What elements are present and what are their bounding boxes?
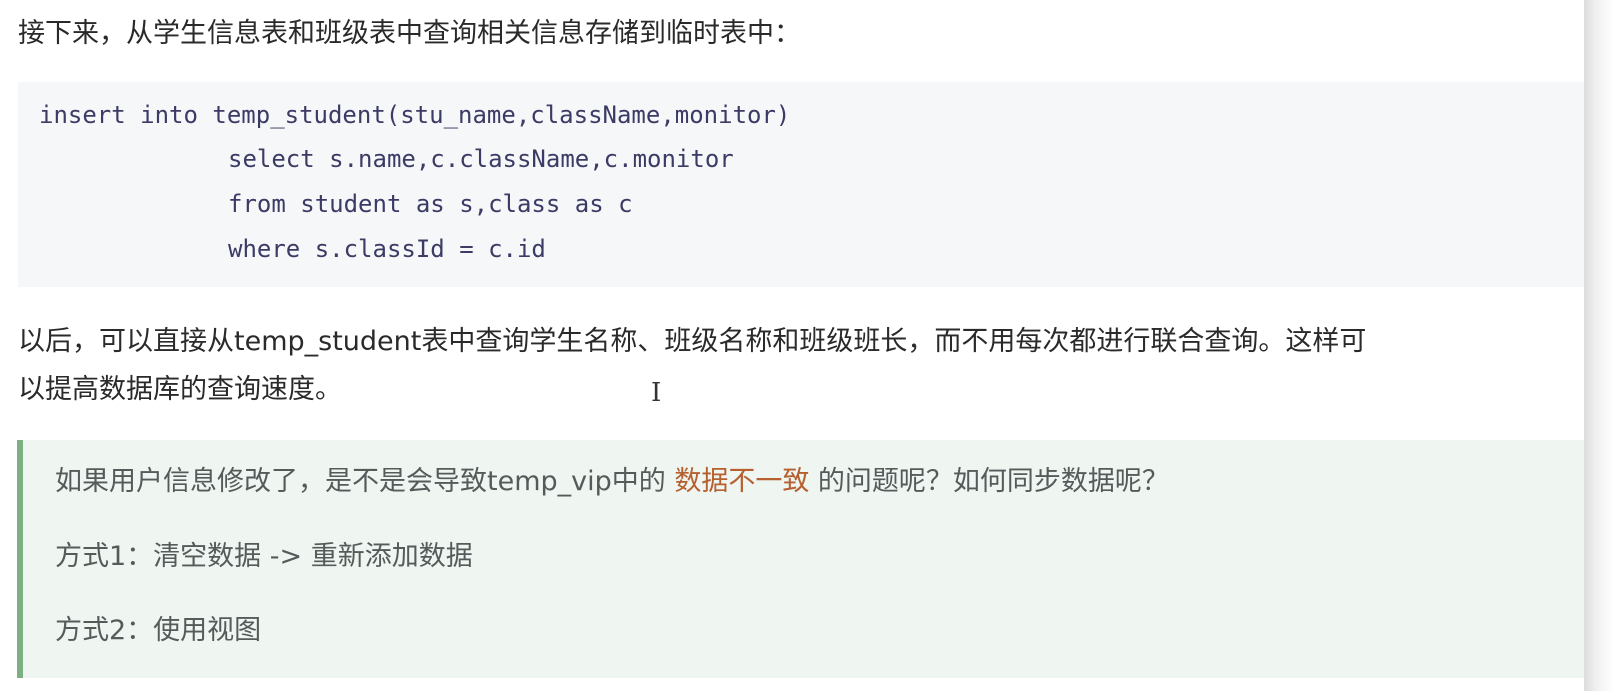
description-paragraph: 以后，可以直接从temp_student表中查询学生名称、班级名称和班级班长，而… (18, 318, 1578, 414)
note-method-1: 方式1：清空数据 -> 重新添加数据 (55, 541, 473, 572)
note-question: 如果用户信息修改了，是不是会导致temp_vip中的 数据不一致 的问题呢？如何… (55, 462, 1169, 502)
intro-text: 接下来，从学生信息表和班级表中查询相关信息存储到临时表中： (18, 18, 801, 49)
note-method-2: 方式2：使用视图 (55, 615, 262, 646)
code-line-3: from student as s,class as c (228, 190, 633, 218)
note-blockquote: 如果用户信息修改了，是不是会导致temp_vip中的 数据不一致 的问题呢？如何… (17, 440, 1584, 678)
paragraph-line-1: 以后，可以直接从temp_student表中查询学生名称、班级名称和班级班长，而… (18, 326, 1367, 357)
code-line-2: select s.name,c.className,c.monitor (228, 145, 734, 173)
code-line-1: insert into temp_student(stu_name,classN… (39, 101, 791, 129)
code-block: insert into temp_student(stu_name,classN… (18, 82, 1584, 287)
paragraph-line-2: 以提高数据库的查询速度。 (18, 374, 342, 405)
window-edge-shadow (1584, 0, 1614, 691)
highlight-inconsistent-data: 数据不一致 (674, 466, 810, 497)
note-question-end: 的问题呢？如何同步数据呢？ (809, 466, 1169, 497)
code-line-4: where s.classId = c.id (228, 235, 546, 263)
note-question-start: 如果用户信息修改了，是不是会导致temp_vip中的 (55, 466, 675, 497)
text-cursor-icon: I (651, 378, 662, 408)
